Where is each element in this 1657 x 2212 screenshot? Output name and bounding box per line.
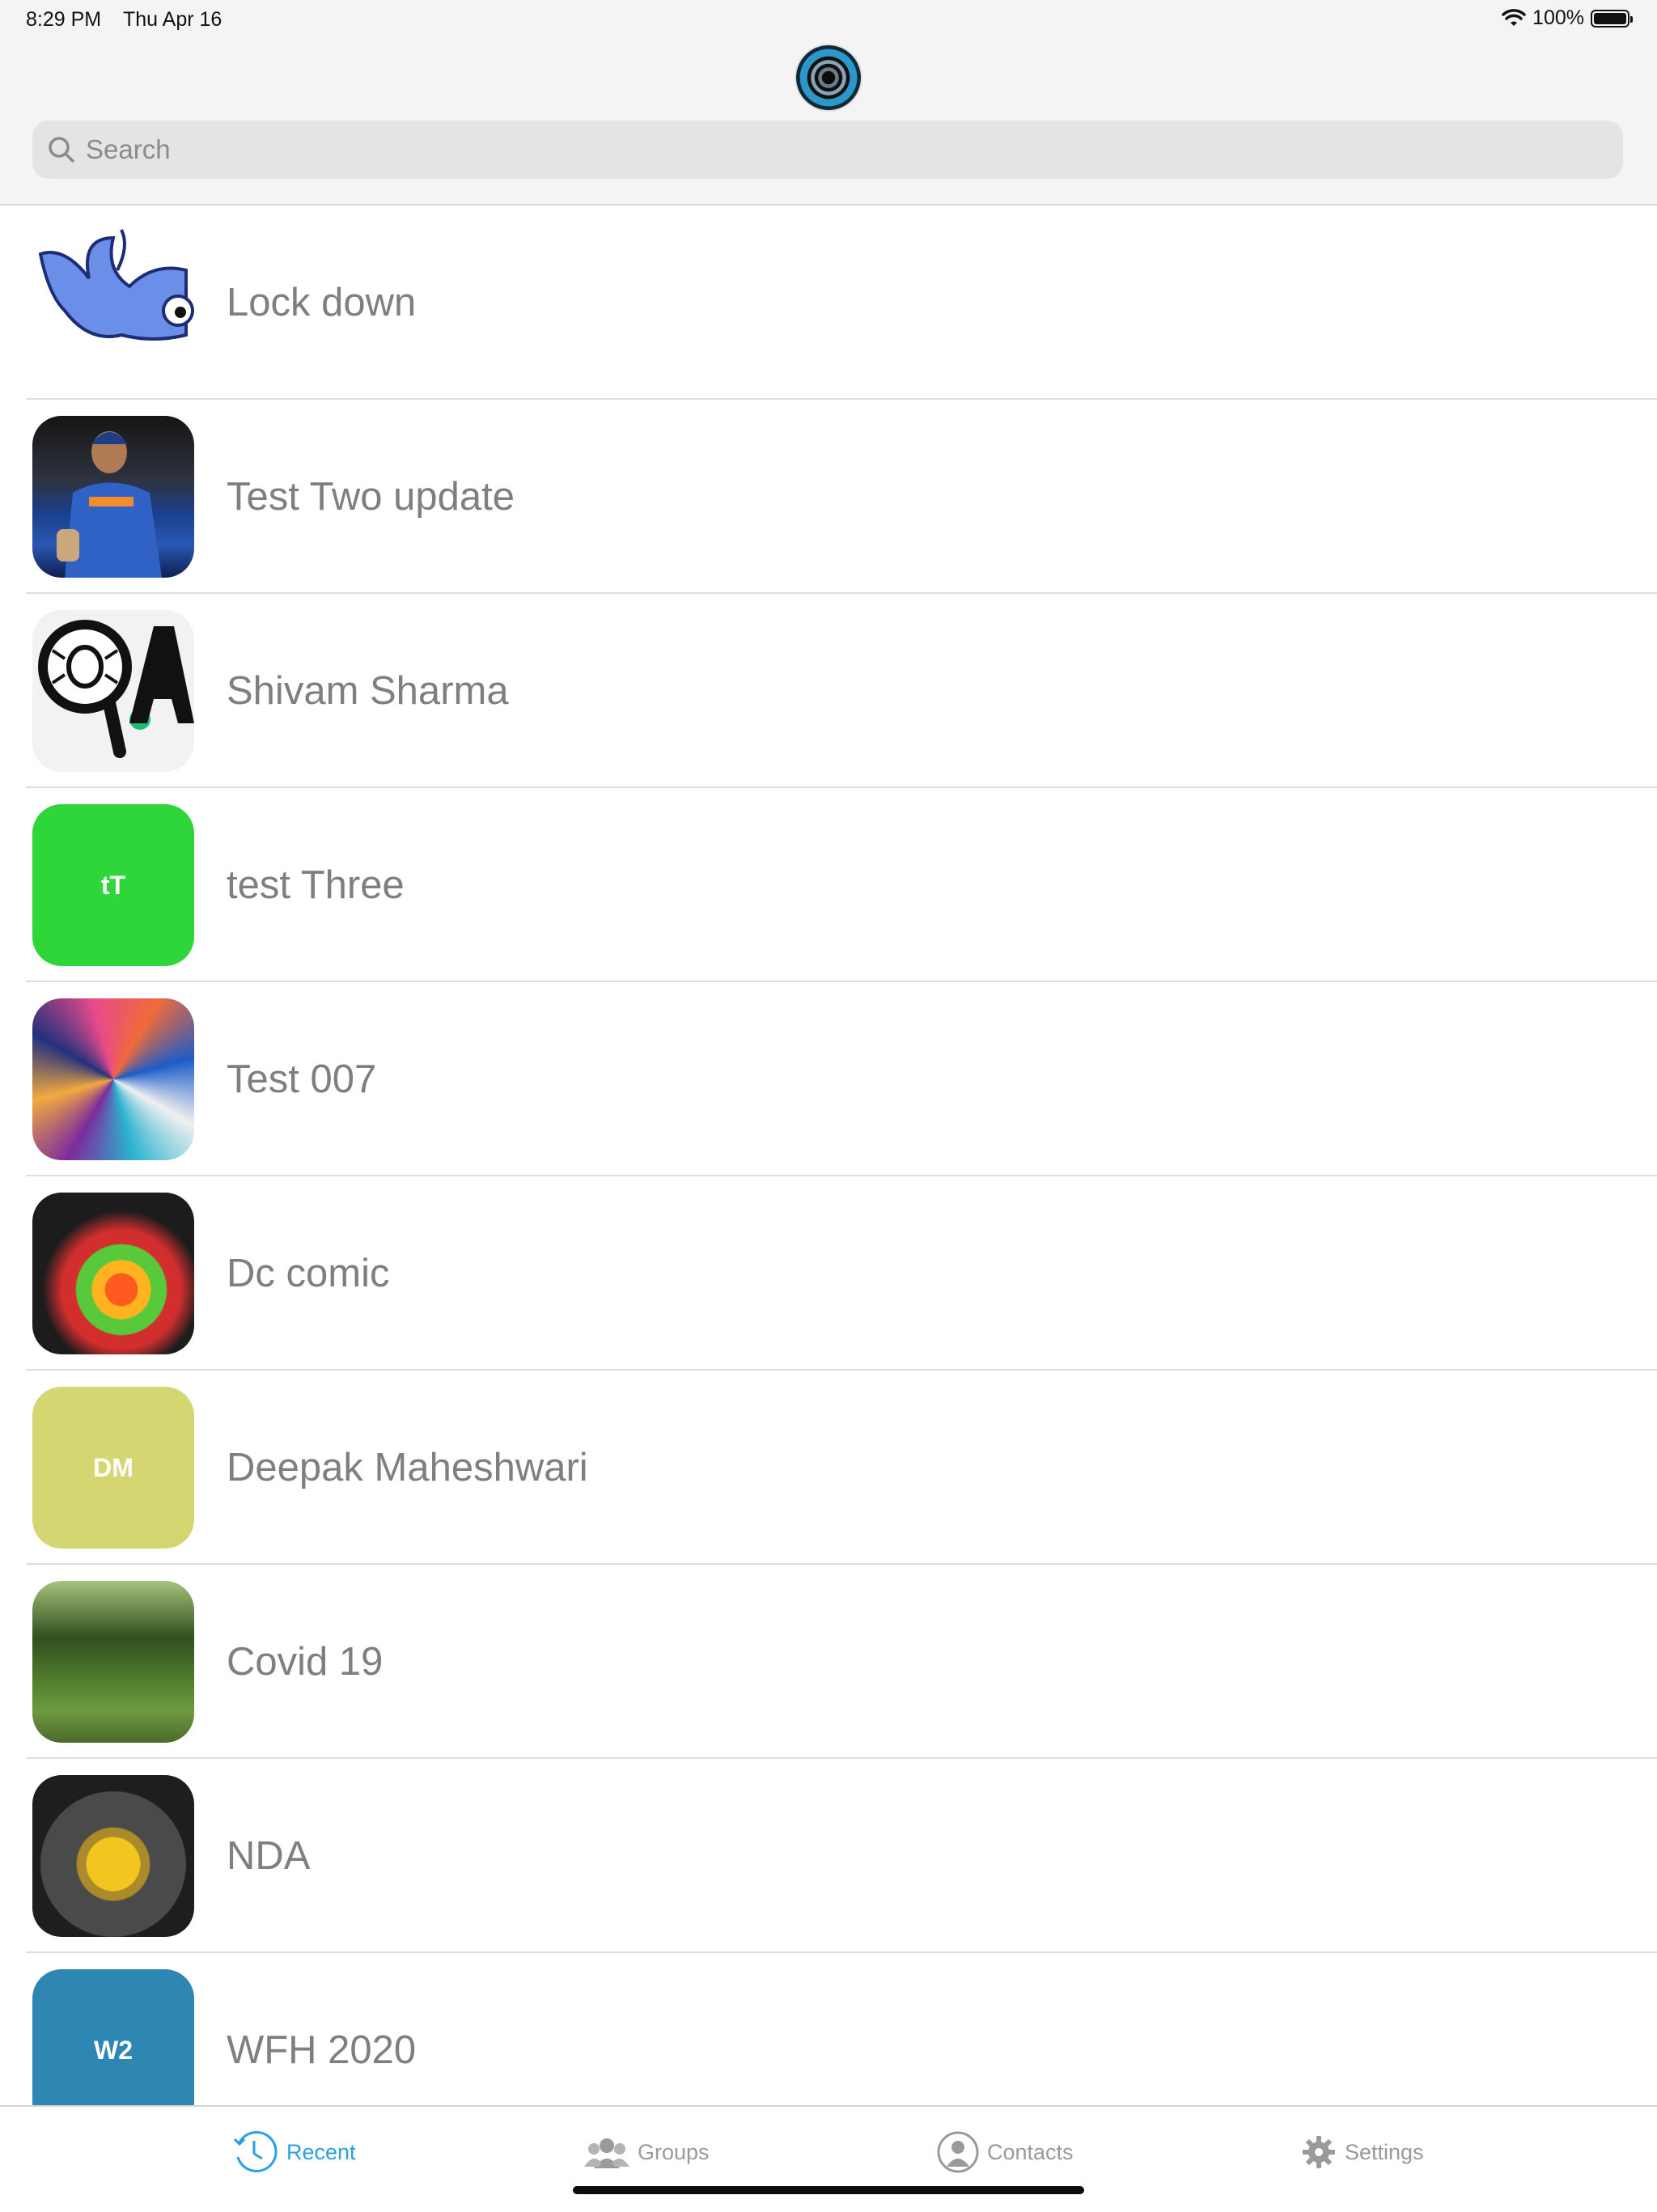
avatar-initials-text: tT (100, 870, 126, 900)
list-item[interactable]: Lock down (0, 206, 1657, 400)
battery-percentage: 100% (1532, 6, 1584, 29)
chat-title: Covid 19 (227, 1640, 384, 1684)
tab-contacts[interactable]: Contacts (937, 2126, 1074, 2178)
list-item[interactable]: tT test Three (0, 788, 1657, 982)
chat-title: Lock down (227, 281, 417, 324)
battery-icon (1591, 9, 1633, 28)
status-date: Thu Apr 16 (123, 8, 222, 31)
avatar (32, 1581, 194, 1743)
header: 8:29 PM Thu Apr 16 100% (0, 0, 1657, 206)
contact-icon (937, 2131, 979, 2173)
list-item[interactable]: Test 007 (0, 982, 1657, 1176)
avatar (32, 1775, 194, 1937)
status-indicators: 100% (1502, 6, 1633, 30)
tab-recent[interactable]: Recent (230, 2126, 356, 2178)
list-item[interactable]: DM Deepak Maheshwari (0, 1371, 1657, 1565)
list-item[interactable]: Test Two update (0, 400, 1657, 594)
home-indicator (573, 2186, 1084, 2194)
chat-title: NDA (227, 1834, 311, 1878)
cricketer-image (57, 431, 162, 578)
wifi-icon (1502, 8, 1526, 26)
avatar-initials-text: DM (93, 1452, 133, 1482)
clock-arrow-icon (233, 2131, 278, 2172)
search-bar[interactable] (32, 121, 1623, 179)
tab-label: Groups (638, 2139, 710, 2164)
avatar-initials: DM (32, 1387, 194, 1549)
group-icon (584, 2138, 629, 2168)
tab-label: Settings (1345, 2139, 1424, 2164)
avatar (32, 610, 194, 772)
gear-icon (1303, 2136, 1335, 2168)
avatar (32, 1193, 194, 1354)
list-item[interactable]: Shivam Sharma (0, 594, 1657, 788)
blue-bird-image (38, 229, 194, 341)
chat-title: Shivam Sharma (227, 669, 509, 713)
tab-groups[interactable]: Groups (584, 2126, 710, 2178)
list-item[interactable]: W2 WFH 2020 (0, 1953, 1657, 2105)
avatar-initials: W2 (32, 1969, 194, 2105)
avatar-initials-text: W2 (94, 2035, 133, 2065)
chat-title: test Three (227, 863, 405, 907)
search-input[interactable] (84, 133, 1544, 166)
chat-title: Deepak Maheshwari (227, 1446, 588, 1489)
list-item[interactable]: Dc comic (0, 1176, 1657, 1371)
qa-logo-image (38, 620, 194, 758)
avatar (32, 998, 194, 1160)
chat-title: WFH 2020 (227, 2028, 417, 2072)
avatar (32, 416, 194, 578)
search-icon (49, 137, 74, 163)
tab-settings[interactable]: Settings (1301, 2126, 1424, 2178)
status-time: 8:29 PM (26, 8, 102, 31)
tab-bar: Recent Groups Contacts Settings (0, 2105, 1657, 2212)
list-item[interactable]: Covid 19 (0, 1565, 1657, 1759)
profile-avatar[interactable] (796, 45, 861, 110)
chat-title: Test Two update (227, 475, 515, 519)
chat-title: Test 007 (227, 1057, 377, 1101)
tab-label: Recent (286, 2139, 356, 2164)
avatar (32, 222, 194, 383)
tab-label: Contacts (987, 2139, 1074, 2164)
recent-chat-list: Lock down Test Two update Shivam Sharma … (0, 206, 1657, 2105)
chat-title: Dc comic (227, 1252, 390, 1295)
status-bar: 8:29 PM Thu Apr 16 100% (0, 0, 1657, 39)
list-item[interactable]: NDA (0, 1759, 1657, 1953)
avatar-initials: tT (32, 804, 194, 966)
